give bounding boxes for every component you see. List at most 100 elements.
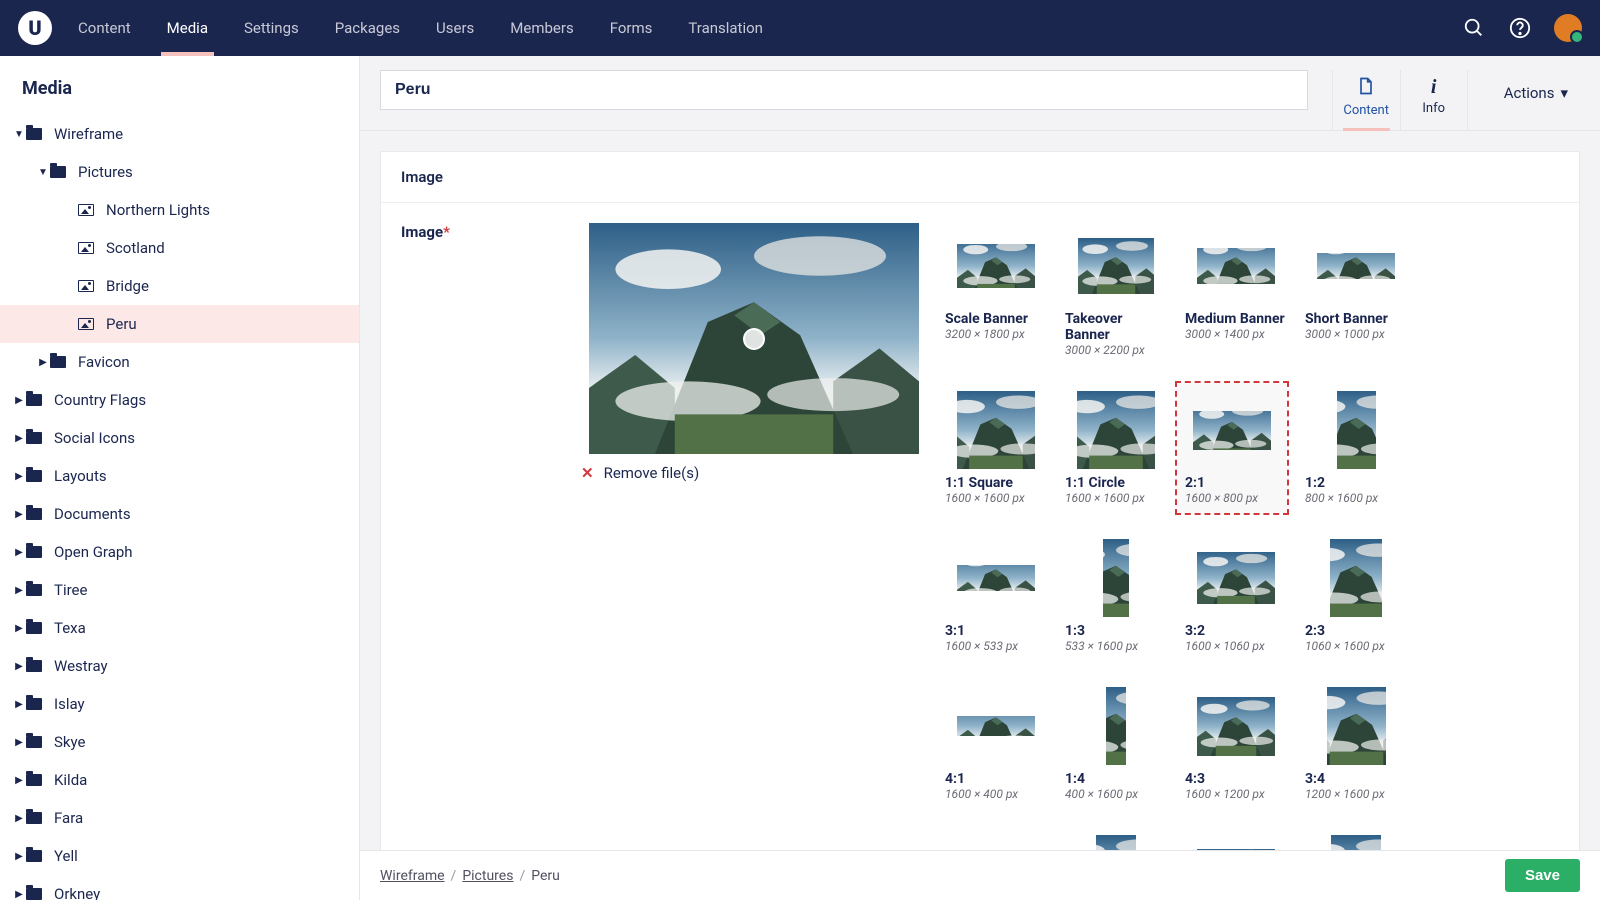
tree-item[interactable]: ▶Documents [0,495,359,533]
node-name-input[interactable] [380,70,1308,110]
panel-title: Image [381,152,1579,203]
crop-preset[interactable]: Takeover Banner3000 × 2200 px [1061,223,1171,361]
nav-item-users[interactable]: Users [436,0,474,56]
crop-name: 1:4 [1065,771,1167,787]
crop-preset[interactable]: 1:4400 × 1600 px [1061,683,1171,805]
crop-preset[interactable]: 2:11600 × 800 px [1177,383,1287,513]
tree-item-label: Westray [54,657,108,675]
crop-preset[interactable]: Scale Banner3200 × 1800 px [941,223,1051,361]
crop-preset[interactable]: 3:21600 × 1060 px [1181,535,1291,657]
caret-right-icon[interactable]: ▶ [12,775,26,786]
caret-right-icon[interactable]: ▶ [12,433,26,444]
tree-item-label: Kilda [54,771,87,789]
nav-item-content[interactable]: Content [78,0,131,56]
main-image[interactable] [581,223,927,454]
tree-item[interactable]: ▶ Westray [0,647,359,685]
tree-item[interactable]: ▶Islay [0,685,359,723]
caret-right-icon[interactable]: ▶ [12,547,26,558]
tree-item[interactable]: ▶Yell [0,837,359,875]
tree-item[interactable]: ▶Scotland [0,229,359,267]
caret-down-icon[interactable]: ▼ [36,167,50,178]
caret-right-icon[interactable]: ▶ [12,471,26,482]
caret-right-icon[interactable]: ▶ [12,623,26,634]
crop-preset[interactable] [1061,831,1171,850]
tree-item[interactable]: ▶Orkney [0,875,359,900]
breadcrumb-link[interactable]: Pictures [462,868,513,884]
logo[interactable]: U [18,11,52,45]
crop-preset[interactable]: 1:3533 × 1600 px [1061,535,1171,657]
nav-item-settings[interactable]: Settings [244,0,299,56]
tree-item[interactable]: ▶Open Graph [0,533,359,571]
crop-preset[interactable]: 3:11600 × 533 px [941,535,1051,657]
caret-down-icon[interactable]: ▼ [12,129,26,140]
tree-item[interactable]: ▶Country Flags [0,381,359,419]
crop-preset[interactable]: Medium Banner3000 × 1400 px [1181,223,1291,361]
actions-dropdown[interactable]: Actions ▾ [1492,70,1580,102]
save-button[interactable]: Save [1505,859,1580,892]
nav-item-media[interactable]: Media [167,0,208,56]
remove-file-button[interactable]: ✕ Remove file(s) [581,464,927,482]
caret-right-icon[interactable]: ▶ [12,851,26,862]
focal-point-handle[interactable] [743,328,765,350]
tree-item[interactable]: ▶Peru [0,305,359,343]
tree-item-label: Skye [54,733,85,751]
caret-right-icon[interactable]: ▶ [12,585,26,596]
crop-preset[interactable] [941,831,1051,850]
tree-item-label: Fara [54,809,83,827]
tree-item-label: Layouts [54,467,107,485]
tree-item[interactable]: ▶ Skye [0,723,359,761]
caret-right-icon[interactable]: ▶ [12,813,26,824]
crop-preset[interactable]: 1:1 Circle1600 × 1600 px [1061,387,1171,509]
crop-dimensions: 1600 × 1600 px [945,491,1047,505]
breadcrumb: Wireframe/Pictures/Peru [380,868,560,884]
crop-preset[interactable]: 1:1 Square1600 × 1600 px [941,387,1051,509]
caret-right-icon[interactable]: ▶ [12,395,26,406]
caret-right-icon[interactable]: ▶ [12,661,26,672]
crop-name: 3:4 [1305,771,1407,787]
tree-item[interactable]: ▶Texa [0,609,359,647]
caret-right-icon[interactable]: ▶ [12,889,26,900]
tree-item[interactable]: ▶Tiree [0,571,359,609]
search-icon[interactable] [1462,16,1486,40]
crop-dimensions: 3000 × 1400 px [1185,327,1287,341]
tree-item[interactable]: ▶Bridge [0,267,359,305]
nav-item-packages[interactable]: Packages [335,0,400,56]
caret-right-icon[interactable]: ▶ [36,357,50,368]
folder-icon [26,546,44,558]
tree-item[interactable]: ▶Northern Lights [0,191,359,229]
crop-name: 2:1 [1185,475,1279,491]
nav-item-members[interactable]: Members [510,0,573,56]
crop-preset[interactable]: 4:31600 × 1200 px [1181,683,1291,805]
tree-item[interactable]: ▼Pictures [0,153,359,191]
tree-item[interactable]: ▶Social Icons [0,419,359,457]
tree-item[interactable]: ▶Favicon [0,343,359,381]
tree-item[interactable]: ▼Wireframe [0,115,359,153]
tab-content[interactable]: Content [1332,70,1400,130]
caret-right-icon[interactable]: ▶ [12,699,26,710]
crop-preset[interactable]: 4:11600 × 400 px [941,683,1051,805]
help-icon[interactable] [1508,16,1532,40]
crop-preset[interactable] [1301,831,1411,850]
folder-icon [50,356,68,368]
folder-icon [26,470,44,482]
crop-preset[interactable]: 3:41200 × 1600 px [1301,683,1411,805]
editor-header: Content i Info Actions ▾ [360,56,1600,131]
tree-item[interactable]: ▶ Layouts [0,457,359,495]
tree-item[interactable]: ▶ Fara [0,799,359,837]
close-icon: ✕ [581,464,594,482]
sidebar: Media ▼Wireframe▼Pictures▶Northern Light… [0,56,360,900]
crop-dimensions: 1600 × 1060 px [1185,639,1287,653]
nav-item-translation[interactable]: Translation [688,0,763,56]
tab-info[interactable]: i Info [1400,70,1468,130]
document-icon [1333,76,1400,101]
crop-preset[interactable] [1181,831,1291,850]
breadcrumb-link[interactable]: Wireframe [380,868,445,884]
nav-item-forms[interactable]: Forms [610,0,653,56]
caret-right-icon[interactable]: ▶ [12,509,26,520]
crop-preset[interactable]: Short Banner3000 × 1000 px [1301,223,1411,361]
tree-item[interactable]: ▶ Kilda [0,761,359,799]
caret-right-icon[interactable]: ▶ [12,737,26,748]
crop-preset[interactable]: 2:31060 × 1600 px [1301,535,1411,657]
user-avatar[interactable] [1554,14,1582,42]
crop-preset[interactable]: 1:2800 × 1600 px [1301,387,1411,509]
